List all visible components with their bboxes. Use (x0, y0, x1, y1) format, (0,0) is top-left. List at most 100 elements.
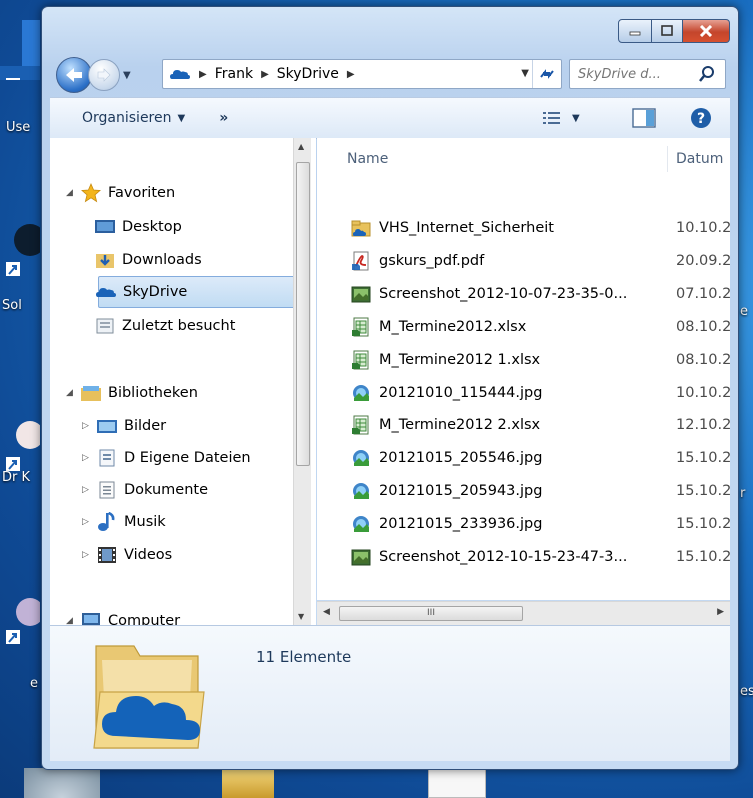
file-name: M_Termine2012 2.xlsx (379, 417, 541, 434)
file-row[interactable]: M_Termine2012 1.xlsx 08.10.2 (317, 344, 730, 376)
file-name: Screenshot_2012-10-15-23-47-3... (379, 549, 628, 565)
scroll-up-icon[interactable]: ▲ (298, 142, 304, 151)
file-date: 12.10.2 (676, 417, 730, 434)
nav-favorites[interactable]: ◢ Favoriten (66, 178, 175, 208)
caption-buttons (618, 19, 730, 43)
collapsed-triangle-icon[interactable]: ▷ (82, 550, 96, 560)
file-date: 08.10.2 (676, 351, 730, 368)
collapsed-triangle-icon[interactable]: ▷ (82, 421, 96, 431)
refresh-button[interactable] (532, 60, 561, 88)
folder-icon[interactable] (222, 770, 274, 798)
nav-skydrive[interactable]: SkyDrive (96, 276, 301, 308)
preview-pane-icon (632, 108, 656, 128)
desktop-shortcut-icon[interactable] (0, 20, 40, 92)
search-icon[interactable] (698, 65, 716, 83)
breadcrumb-frank[interactable]: Frank (215, 66, 253, 82)
search-input[interactable] (576, 65, 698, 83)
file-row[interactable]: Screenshot_2012-10-15-23-47-3... 15.10.2 (317, 541, 730, 573)
nav-music[interactable]: ▷ Musik (82, 507, 166, 537)
nav-libraries[interactable]: ◢ Bibliotheken (66, 378, 198, 408)
nav-item-label: Dokumente (124, 482, 209, 498)
desktop-shortcut-icon[interactable] (0, 405, 44, 471)
back-button[interactable] (56, 57, 92, 93)
desktop-icon (94, 218, 116, 236)
minimize-button[interactable] (618, 19, 652, 43)
address-dropdown-icon[interactable]: ▼ (521, 68, 529, 79)
pictures-library-icon (96, 417, 118, 435)
file-row[interactable]: gskurs_pdf.pdf 20.09.2 (317, 245, 730, 277)
preview-pane-button[interactable] (632, 108, 656, 128)
file-row[interactable]: 20121015_205546.jpg 15.10.2 (317, 442, 730, 474)
desktop-shortcut-icon[interactable] (0, 590, 44, 644)
document-icon[interactable] (428, 766, 486, 798)
file-row[interactable]: 20121015_205943.jpg 15.10.2 (317, 475, 730, 507)
file-row[interactable]: M_Termine2012 2.xlsx 12.10.2 (317, 409, 730, 441)
file-row[interactable]: Screenshot_2012-10-07-23-35-0... 07.10.2 (317, 278, 730, 310)
navigation-pane-scrollbar[interactable]: ▲ ▼ (293, 138, 311, 625)
libraries-icon (80, 384, 102, 402)
close-button[interactable] (683, 19, 730, 43)
collapsed-triangle-icon[interactable]: ▷ (82, 517, 96, 527)
file-name: VHS_Internet_Sicherheit (379, 220, 554, 236)
scrollbar-thumb[interactable] (296, 162, 310, 466)
nav-documents[interactable]: ▷ Dokumente (82, 475, 208, 505)
file-row[interactable]: 20121015_233936.jpg 15.10.2 (317, 508, 730, 540)
nav-computer[interactable]: ◢ Computer (66, 606, 180, 625)
photo-file-icon (351, 481, 371, 501)
expanded-triangle-icon[interactable]: ◢ (66, 616, 80, 625)
desktop-label: Dr K (2, 470, 31, 485)
file-row[interactable]: 20121010_115444.jpg 10.10.2 (317, 377, 730, 409)
computer-icon (80, 612, 102, 625)
scrollbar-thumb[interactable]: III (339, 606, 523, 621)
column-header-name[interactable]: Name (347, 138, 388, 180)
file-name: Screenshot_2012-10-07-23-35-0... (379, 285, 628, 302)
nav-libraries-label: Bibliotheken (108, 385, 198, 401)
forward-button[interactable] (88, 59, 120, 91)
excel-file-icon (351, 350, 371, 370)
breadcrumb-separator-icon: ▶ (261, 68, 269, 80)
collapsed-triangle-icon[interactable]: ▷ (82, 485, 96, 495)
skydrive-cloud-icon (169, 65, 191, 83)
toolbar-overflow-button[interactable]: » (219, 110, 228, 126)
scroll-down-icon[interactable]: ▼ (298, 612, 304, 621)
expanded-triangle-icon[interactable]: ◢ (66, 388, 80, 398)
breadcrumb-skydrive[interactable]: SkyDrive (277, 66, 339, 82)
image-file-icon (351, 547, 371, 567)
arrow-left-icon (66, 68, 82, 82)
column-header-date[interactable]: Datum (676, 138, 723, 180)
organize-menu-button[interactable]: Organisieren ▼ (82, 110, 185, 126)
skydrive-folder-icon (88, 636, 210, 754)
address-bar[interactable]: ▶ Frank ▶ SkyDrive ▶ ▼ (162, 59, 562, 89)
column-divider[interactable] (667, 146, 668, 172)
collapsed-triangle-icon[interactable]: ▷ (82, 453, 96, 463)
file-list-hscrollbar[interactable]: ◀ III ▶ (317, 601, 730, 625)
view-options-button[interactable]: ▼ (542, 110, 580, 126)
nav-own-files[interactable]: ▷ D Eigene Dateien (82, 443, 251, 473)
recycle-bin-icon[interactable] (24, 768, 100, 798)
nav-downloads[interactable]: Downloads (94, 245, 202, 275)
recent-pages-dropdown[interactable]: ▼ (123, 70, 131, 81)
file-date: 15.10.2 (676, 549, 730, 565)
recent-places-icon (94, 317, 116, 335)
expanded-triangle-icon[interactable]: ◢ (66, 188, 80, 198)
file-name: 20121015_205943.jpg (379, 483, 543, 500)
nav-videos[interactable]: ▷ Videos (82, 540, 172, 570)
excel-file-icon (351, 317, 371, 337)
scroll-left-icon[interactable]: ◀ (323, 607, 330, 617)
help-button[interactable]: ? (690, 107, 712, 129)
scroll-right-icon[interactable]: ▶ (717, 607, 724, 617)
maximize-button[interactable] (652, 19, 683, 43)
refresh-icon (540, 69, 554, 79)
photo-file-icon (351, 514, 371, 534)
nav-recent[interactable]: Zuletzt besucht (94, 311, 235, 341)
nav-item-label: Desktop (122, 219, 182, 235)
file-date: 08.10.2 (676, 318, 730, 335)
desktop-shortcut-icon[interactable] (0, 200, 46, 276)
file-row[interactable]: VHS_Internet_Sicherheit 10.10.2 (317, 212, 730, 244)
nav-pictures[interactable]: ▷ Bilder (82, 411, 166, 441)
file-row[interactable]: M_Termine2012.xlsx 08.10.2 (317, 311, 730, 343)
file-name: 20121015_233936.jpg (379, 516, 543, 533)
nav-computer-label: Computer (108, 613, 181, 625)
search-box[interactable] (569, 59, 726, 89)
nav-desktop[interactable]: Desktop (94, 212, 182, 242)
